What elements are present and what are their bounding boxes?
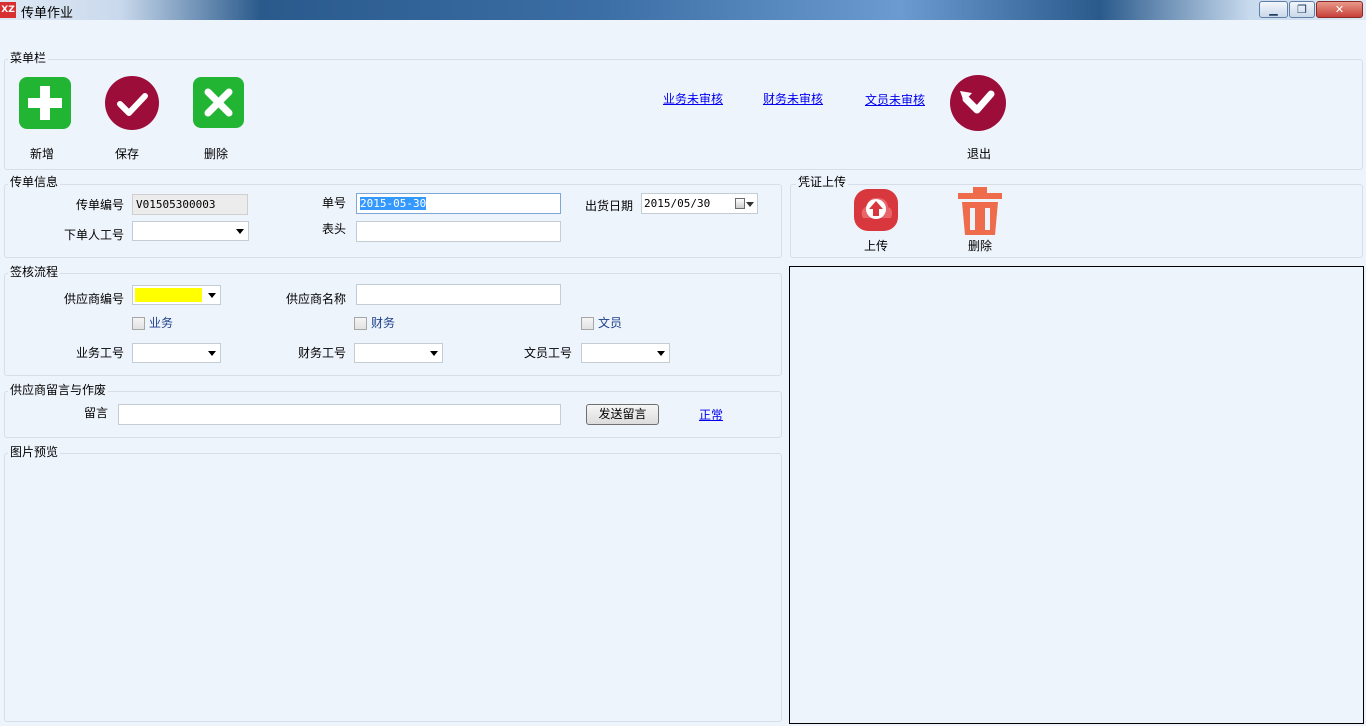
business-id-combo[interactable] <box>132 343 221 363</box>
clerk-id-combo[interactable] <box>581 343 670 363</box>
upload-button[interactable] <box>853 188 899 232</box>
chevron-down-icon <box>208 293 216 298</box>
finance-id-label: 财务工号 <box>297 346 346 360</box>
business-id-label: 业务工号 <box>75 346 124 360</box>
window-title: 传单作业 <box>21 6 74 21</box>
add-label: 新增 <box>29 147 54 161</box>
finance-id-combo[interactable] <box>354 343 443 363</box>
bill-no-field[interactable]: 2015-05-30 <box>356 193 561 214</box>
menu-group-label: 菜单栏 <box>8 51 49 65</box>
message-label: 留言 <box>83 406 108 420</box>
exit-button[interactable] <box>950 75 1006 131</box>
chevron-down-icon[interactable] <box>746 202 754 207</box>
supplier-name-field[interactable] <box>356 284 561 305</box>
status-normal-link[interactable]: 正常 <box>699 407 723 423</box>
approval-group-label: 签核流程 <box>8 265 61 279</box>
bill-no-selected-text: 2015-05-30 <box>360 197 427 210</box>
save-label: 保存 <box>114 147 139 161</box>
order-no-label: 传单编号 <box>75 198 124 212</box>
supplier-name-label: 供应商名称 <box>285 292 346 306</box>
supplier-no-combo[interactable] <box>132 285 221 305</box>
delete-button[interactable] <box>193 77 244 128</box>
business-checkbox-label: 业务 <box>149 316 174 330</box>
close-button[interactable]: ✕ <box>1316 1 1363 18</box>
exit-label: 退出 <box>966 147 991 161</box>
chevron-down-icon <box>657 351 665 356</box>
send-message-button[interactable]: 发送留言 <box>586 404 659 425</box>
cloud-upload-icon <box>854 189 898 231</box>
image-preview-group <box>4 453 782 722</box>
finance-checkbox[interactable] <box>354 317 367 330</box>
message-group-label: 供应商留言与作废 <box>8 383 109 397</box>
add-button[interactable] <box>19 77 71 129</box>
header-label: 表头 <box>321 222 346 236</box>
chevron-down-icon <box>236 229 244 234</box>
finance-unreviewed-link[interactable]: 财务未审核 <box>763 91 823 107</box>
checkmark-icon <box>105 76 159 130</box>
clerk-id-label: 文员工号 <box>523 346 572 360</box>
ship-date-value: 2015/05/30 <box>644 197 711 210</box>
trash-icon <box>958 187 1002 235</box>
plus-icon <box>19 77 71 129</box>
finance-checkbox-label: 财务 <box>371 316 396 330</box>
x-mark-icon <box>193 77 244 128</box>
voucher-delete-button[interactable] <box>956 186 1004 236</box>
bill-no-label: 单号 <box>321 196 346 210</box>
chevron-down-icon <box>430 351 438 356</box>
save-button[interactable] <box>105 76 159 130</box>
order-info-group-label: 传单信息 <box>8 175 61 189</box>
clerk-checkbox[interactable] <box>581 317 594 330</box>
delete-label: 删除 <box>203 147 228 161</box>
supplier-no-label: 供应商编号 <box>63 292 124 306</box>
clerk-checkbox-label: 文员 <box>598 316 623 330</box>
calendar-icon[interactable] <box>735 198 745 209</box>
voucher-group-label: 凭证上传 <box>796 175 849 189</box>
header-field[interactable] <box>356 221 561 242</box>
exit-arrow-icon <box>950 75 1006 131</box>
ship-date-label: 出货日期 <box>584 199 633 213</box>
clerk-unreviewed-link[interactable]: 文员未审核 <box>865 92 925 108</box>
supplier-no-highlight <box>135 288 202 302</box>
voucher-delete-label: 删除 <box>967 239 992 253</box>
chevron-down-icon <box>208 351 216 356</box>
maximize-button[interactable]: ❐ <box>1289 1 1315 18</box>
minimize-button[interactable]: ▁ <box>1259 1 1288 18</box>
message-input[interactable] <box>118 404 561 425</box>
business-unreviewed-link[interactable]: 业务未审核 <box>663 91 723 107</box>
voucher-preview-panel <box>789 266 1364 724</box>
app-icon: XZ <box>0 2 16 18</box>
orderer-id-label: 下单人工号 <box>63 228 124 242</box>
image-preview-group-label: 图片预览 <box>8 445 61 459</box>
business-checkbox[interactable] <box>132 317 145 330</box>
upload-label: 上传 <box>863 239 888 253</box>
orderer-id-combo[interactable] <box>132 221 249 241</box>
order-no-field[interactable]: V01505300003 <box>132 194 248 215</box>
title-bar: XZ 传单作业 ▁ ❐ ✕ <box>0 0 1366 21</box>
ship-date-picker[interactable]: 2015/05/30 <box>641 193 758 214</box>
